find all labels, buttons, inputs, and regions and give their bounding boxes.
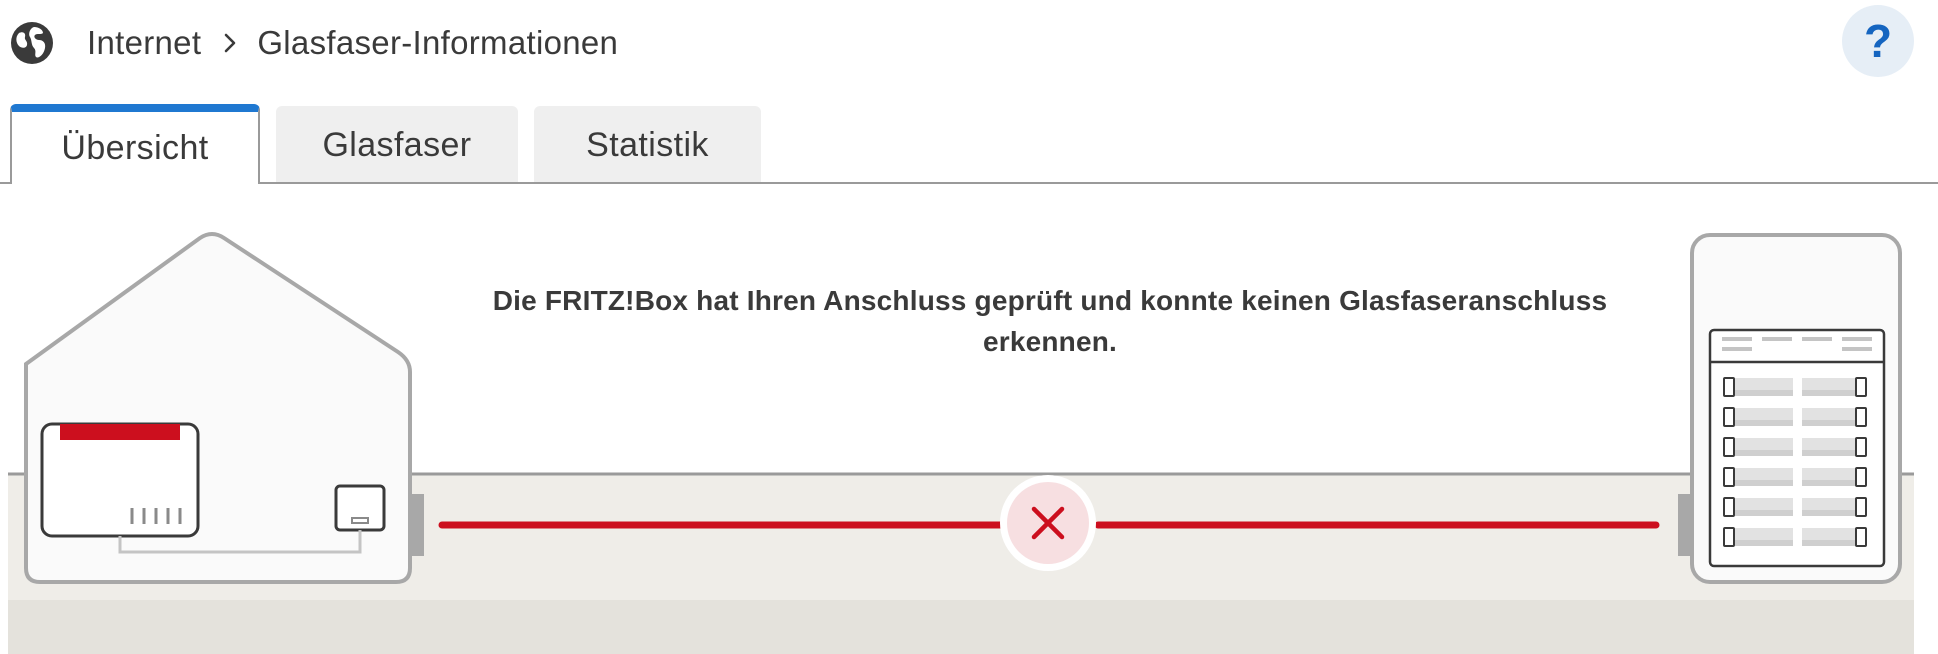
tab-label: Übersicht bbox=[61, 128, 209, 167]
x-mark-icon bbox=[1000, 475, 1096, 571]
router-icon bbox=[40, 422, 200, 538]
tab-uebersicht[interactable]: Übersicht bbox=[10, 104, 260, 184]
status-message: Die FRITZ!Box hat Ihren Anschluss geprüf… bbox=[492, 285, 1608, 357]
house-icon bbox=[24, 232, 424, 584]
fiber-socket-icon bbox=[334, 484, 386, 532]
tab-divider bbox=[0, 182, 1938, 184]
ground-shadow bbox=[8, 600, 1914, 654]
distribution-cabinet-icon bbox=[1678, 233, 1902, 584]
